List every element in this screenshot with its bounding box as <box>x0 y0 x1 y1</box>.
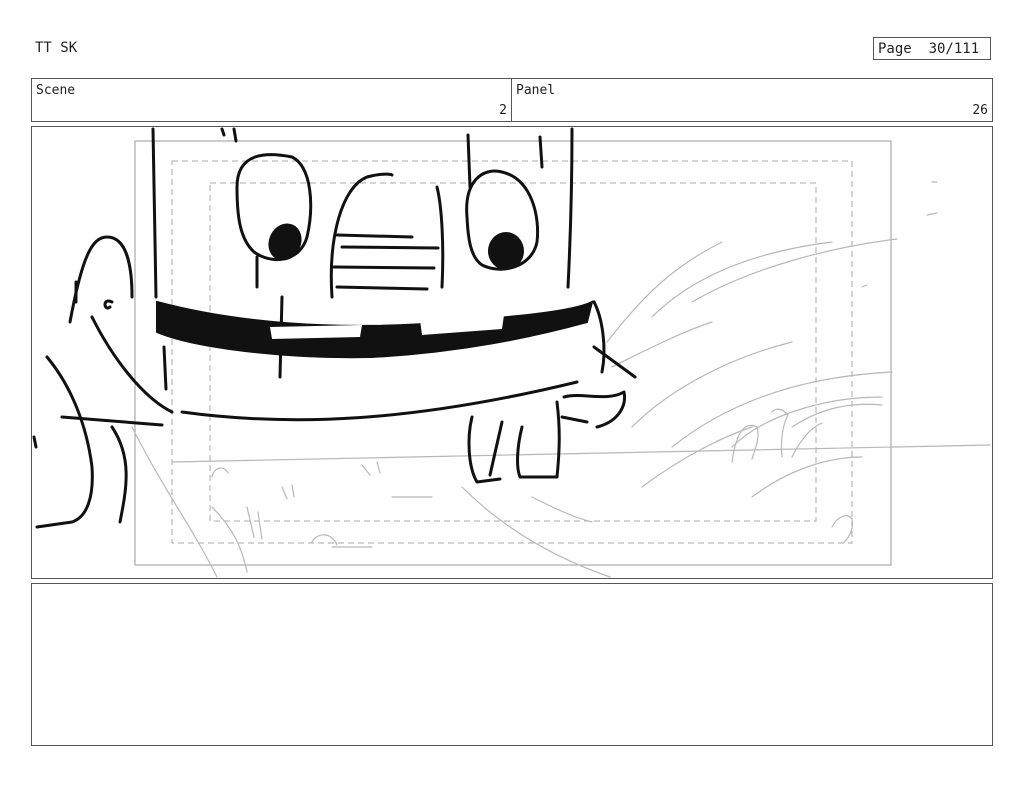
background-grass-sketch <box>131 181 991 578</box>
panel-label: Panel <box>516 83 556 98</box>
page-indicator: Page 30/111 <box>873 37 991 60</box>
panel-sketch <box>32 127 991 578</box>
mouth <box>156 300 594 359</box>
scene-panel-info: Scene 2 Panel 26 <box>31 78 993 122</box>
panel-number: 26 <box>972 103 988 118</box>
scene-number: 2 <box>499 103 507 118</box>
notes-box <box>31 583 993 746</box>
storyboard-title: TT SK <box>35 40 78 56</box>
scene-label: Scene <box>36 83 76 98</box>
scene-cell: Scene 2 <box>32 79 512 121</box>
panel-cell: Panel 26 <box>512 79 992 121</box>
page-number: 30/111 <box>928 41 980 57</box>
storyboard-frame <box>31 126 993 579</box>
safe-area-guides <box>134 140 892 566</box>
page-label: Page <box>878 41 912 57</box>
pupil-right <box>488 232 524 270</box>
tooth-left <box>270 325 362 339</box>
